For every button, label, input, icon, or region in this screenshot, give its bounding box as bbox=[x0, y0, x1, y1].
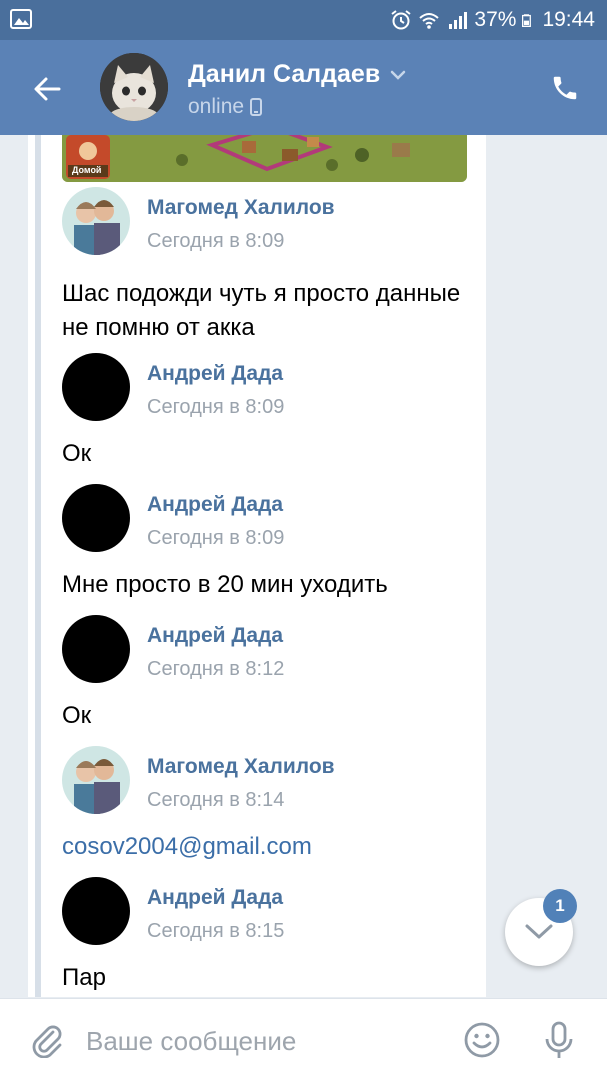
mobile-icon bbox=[250, 98, 263, 116]
message-text: Мне просто в 20 мин уходить bbox=[62, 571, 388, 598]
game-screenshot[interactable]: Домой bbox=[62, 135, 467, 182]
message-time: Сегодня в 8:15 bbox=[147, 920, 285, 942]
call-button[interactable] bbox=[545, 68, 585, 108]
author-avatar[interactable] bbox=[62, 353, 130, 421]
author-avatar[interactable] bbox=[62, 615, 130, 683]
arrow-left-icon bbox=[34, 77, 61, 101]
unread-badge: 1 bbox=[543, 889, 577, 923]
wifi-icon bbox=[419, 13, 440, 29]
contact-name[interactable]: Данил Салдаев bbox=[188, 60, 406, 89]
voice-button[interactable] bbox=[538, 1019, 580, 1061]
message-item: Андрей Дада Сегодня в 8:12 Ок bbox=[62, 615, 482, 740]
cat-photo bbox=[100, 53, 168, 121]
message-time: Сегодня в 8:12 bbox=[147, 658, 285, 680]
message-item: Андрей Дада Сегодня в 8:09 Мне просто в … bbox=[62, 484, 482, 609]
phone-icon bbox=[553, 76, 577, 100]
online-status-text: online bbox=[188, 95, 245, 118]
avatar-photo bbox=[62, 187, 130, 255]
message-item: Магомед Халилов Сегодня в 8:09 Шас подож… bbox=[62, 187, 482, 347]
message-item: Магомед Халилов Сегодня в 8:14 cosov2004… bbox=[62, 746, 482, 871]
author-avatar[interactable] bbox=[62, 746, 130, 814]
game-home-caption: Домой bbox=[72, 165, 102, 175]
clock: 19:44 bbox=[542, 8, 595, 31]
message-item: Андрей Дада Сегодня в 8:15 Пар bbox=[62, 877, 482, 997]
forwarded-messages[interactable]: Домой Магомед Халилов Сегодня в 8:09 Шас… bbox=[28, 135, 486, 997]
battery-icon bbox=[522, 14, 532, 27]
avatar-photo bbox=[62, 746, 130, 814]
microphone-icon bbox=[545, 1021, 573, 1058]
author-avatar[interactable] bbox=[62, 187, 130, 255]
author-name[interactable]: Андрей Дада bbox=[147, 493, 283, 517]
gallery-icon bbox=[10, 9, 32, 29]
author-avatar[interactable] bbox=[62, 484, 130, 552]
emoji-button[interactable] bbox=[461, 1019, 503, 1061]
message-time: Сегодня в 8:09 bbox=[147, 230, 285, 252]
email-link[interactable]: cosov2004@gmail.com bbox=[62, 830, 462, 864]
smile-icon bbox=[464, 1022, 500, 1058]
message-time: Сегодня в 8:09 bbox=[147, 527, 285, 549]
message-time: Сегодня в 8:09 bbox=[147, 396, 285, 418]
author-name[interactable]: Андрей Дада bbox=[147, 362, 283, 386]
chevron-down-icon bbox=[525, 924, 553, 939]
back-button[interactable] bbox=[24, 66, 70, 112]
author-name[interactable]: Магомед Халилов bbox=[147, 196, 335, 220]
message-input[interactable] bbox=[84, 1017, 438, 1065]
battery-percent: 37% bbox=[474, 8, 517, 31]
alarm-icon bbox=[391, 10, 412, 30]
message-text: Пар bbox=[62, 964, 106, 991]
message-text: Ок bbox=[62, 702, 92, 729]
message-composer bbox=[0, 998, 607, 1081]
contact-name-text: Данил Салдаев bbox=[188, 60, 381, 88]
message-item: Андрей Дада Сегодня в 8:09 Ок bbox=[62, 353, 482, 478]
message-text: Ок bbox=[62, 440, 92, 467]
chat-header: Данил Салдаев online bbox=[0, 40, 607, 135]
signal-icon bbox=[449, 12, 468, 29]
author-name[interactable]: Магомед Халилов bbox=[147, 755, 335, 779]
attach-button[interactable] bbox=[26, 1019, 68, 1061]
contact-avatar[interactable] bbox=[100, 53, 168, 121]
status-bar: 37% 19:44 bbox=[0, 0, 607, 40]
paperclip-icon bbox=[32, 1025, 62, 1058]
game-thumbnail bbox=[62, 135, 467, 182]
message-time: Сегодня в 8:14 bbox=[147, 789, 285, 811]
author-name[interactable]: Андрей Дада bbox=[147, 886, 283, 910]
author-name[interactable]: Андрей Дада bbox=[147, 624, 283, 648]
author-avatar[interactable] bbox=[62, 877, 130, 945]
contact-status: online bbox=[188, 95, 263, 119]
message-text: Шас подожди чуть я просто данные не помн… bbox=[62, 280, 461, 341]
chevron-down-icon bbox=[390, 70, 406, 80]
forward-quote-bar bbox=[35, 135, 41, 997]
